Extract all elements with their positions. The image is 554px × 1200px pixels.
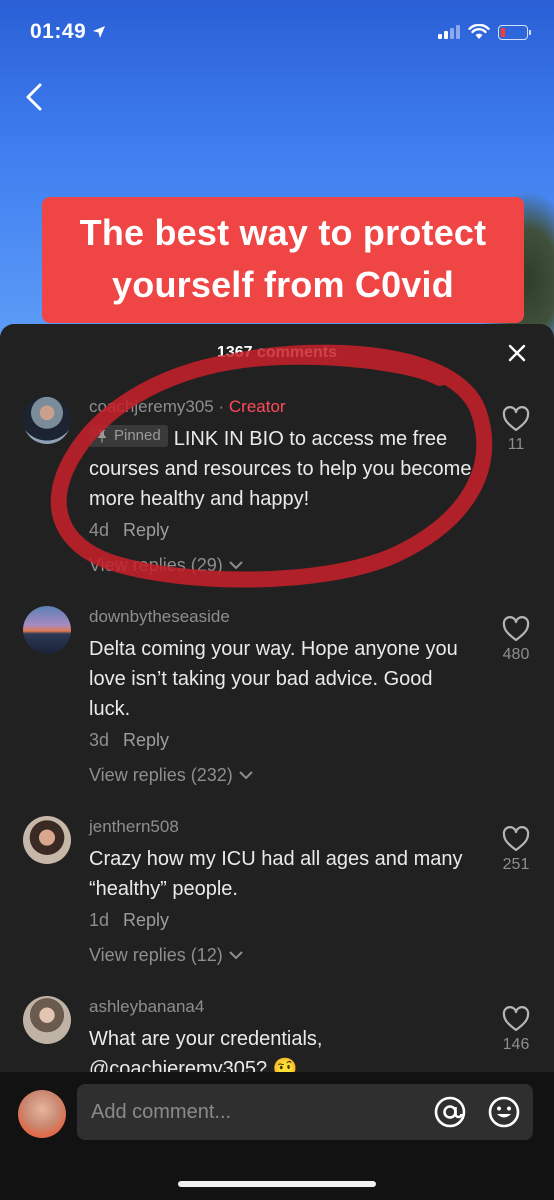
separator-dot: · <box>218 397 229 416</box>
comment-item: ashleybanana4 What are your credentials,… <box>0 996 554 1072</box>
video-caption: The best way to protect yourself from C0… <box>42 197 524 323</box>
comment-input-container[interactable] <box>77 1084 533 1140</box>
avatar[interactable] <box>23 996 71 1044</box>
home-indicator <box>178 1181 376 1187</box>
wifi-icon <box>468 24 490 39</box>
comment-item: downbytheseaside Delta coming your way. … <box>0 606 554 786</box>
comment-author[interactable]: downbytheseaside <box>89 606 474 628</box>
current-user-avatar <box>18 1090 66 1138</box>
comment-input[interactable] <box>91 1100 413 1124</box>
status-time: 01:49 <box>30 20 106 44</box>
comments-sheet: 1367 comments coachjeremy305 · Creator P… <box>0 324 554 1200</box>
avatar[interactable] <box>23 606 71 654</box>
heart-icon <box>502 1006 530 1032</box>
like-button[interactable]: 251 <box>496 826 536 874</box>
like-button[interactable]: 11 <box>496 406 536 454</box>
comment-author[interactable]: ashleybanana4 <box>89 996 474 1018</box>
sheet-header: 1367 comments <box>0 324 554 382</box>
comment-item: coachjeremy305 · Creator Pinned LINK IN … <box>0 396 554 576</box>
pin-icon <box>98 430 106 443</box>
comment-meta: 3d Reply <box>89 730 474 751</box>
comment-age: 4d <box>89 520 110 540</box>
chevron-down-icon <box>229 561 243 570</box>
comment-text: Crazy how my ICU had all ages and many “… <box>89 848 463 900</box>
comment-item: jenthern508 Crazy how my ICU had all age… <box>0 816 554 966</box>
comment-meta: 4d Reply <box>89 520 474 541</box>
username-text[interactable]: jenthern508 <box>89 817 179 836</box>
like-count: 146 <box>502 1036 530 1053</box>
username-text[interactable]: ashleybanana4 <box>89 997 204 1016</box>
time-text: 01:49 <box>30 20 87 43</box>
comment-age: 1d <box>89 910 110 930</box>
heart-icon <box>502 826 530 852</box>
like-count: 11 <box>507 436 525 453</box>
view-replies-button[interactable]: View replies (12) <box>89 945 474 966</box>
close-icon[interactable] <box>508 344 526 362</box>
like-button[interactable]: 146 <box>496 1006 536 1054</box>
like-count: 251 <box>502 856 530 873</box>
location-arrow-icon <box>93 26 106 38</box>
reply-button[interactable]: Reply <box>123 520 169 541</box>
comment-meta: 1d Reply <box>89 910 474 931</box>
avatar[interactable] <box>23 396 71 444</box>
chevron-down-icon <box>229 951 243 960</box>
emoji-icon[interactable] <box>487 1095 521 1129</box>
creator-badge: Creator <box>228 397 286 416</box>
heart-icon <box>502 616 530 642</box>
status-icons <box>438 24 531 40</box>
username-text[interactable]: coachjeremy305 <box>89 397 214 416</box>
avatar[interactable] <box>23 816 71 864</box>
back-chevron-icon[interactable] <box>22 82 50 112</box>
comments-list: coachjeremy305 · Creator Pinned LINK IN … <box>0 382 554 1072</box>
like-count: 480 <box>502 646 530 663</box>
battery-icon <box>498 24 531 40</box>
view-replies-button[interactable]: View replies (29) <box>89 555 474 576</box>
status-bar: 01:49 <box>0 0 554 64</box>
reply-button[interactable]: Reply <box>123 730 169 751</box>
pinned-label: Pinned <box>114 427 161 444</box>
comment-age: 3d <box>89 730 110 750</box>
pinned-badge: Pinned <box>89 425 168 447</box>
comment-text: Pinned LINK IN BIO to access me free cou… <box>89 424 474 514</box>
comment-text: What are your credentials, @coachjeremy3… <box>89 1028 323 1072</box>
chevron-down-icon <box>239 771 253 780</box>
like-button[interactable]: 480 <box>496 616 536 664</box>
comment-input-bar <box>0 1072 554 1200</box>
comment-text: Delta coming your way. Hope anyone you l… <box>89 638 458 720</box>
view-replies-label: View replies (232) <box>89 765 233 785</box>
heart-icon <box>502 406 530 432</box>
comment-author[interactable]: coachjeremy305 · Creator <box>89 396 474 418</box>
username-text[interactable]: downbytheseaside <box>89 607 230 626</box>
reply-button[interactable]: Reply <box>123 910 169 931</box>
at-icon[interactable] <box>433 1095 467 1129</box>
signal-icon <box>438 25 460 39</box>
comments-count-title: 1367 comments <box>216 344 338 361</box>
view-replies-label: View replies (12) <box>89 945 223 965</box>
view-replies-button[interactable]: View replies (232) <box>89 765 474 786</box>
view-replies-label: View replies (29) <box>89 555 223 575</box>
comment-author[interactable]: jenthern508 <box>89 816 474 838</box>
